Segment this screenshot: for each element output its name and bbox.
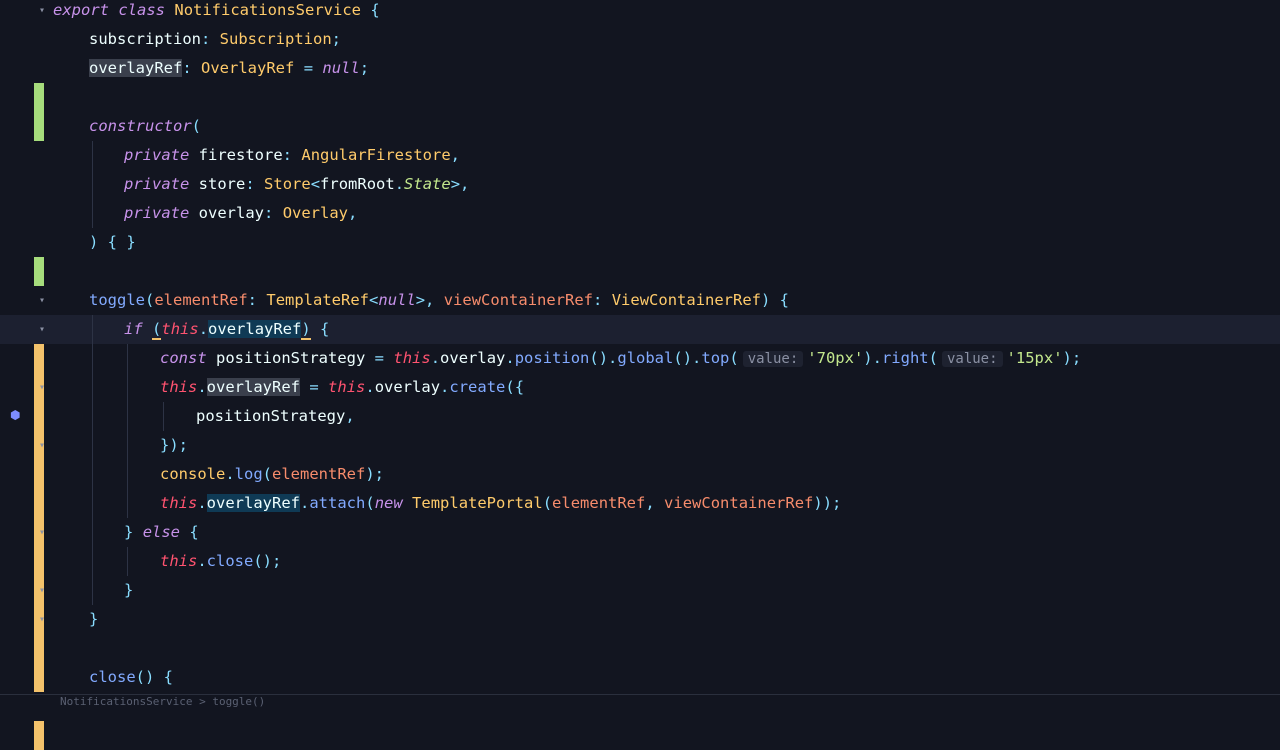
code-text: } (124, 581, 134, 599)
code-line[interactable]: const positionStrategy = this.overlay.po… (0, 344, 1280, 431)
code-text: this.overlayRef = this.overlay.create({ (160, 378, 525, 396)
indent-guide (92, 344, 93, 373)
indent-guide (127, 431, 128, 460)
git-added-marker (34, 83, 44, 112)
code-line[interactable]: overlayRef: OverlayRef = null; (0, 54, 1280, 141)
code-text: this.overlayRef.attach(new TemplatePorta… (160, 494, 842, 512)
code-text: if (this.overlayRef) { (124, 320, 330, 340)
code-line-current[interactable]: ▾ if (this.overlayRef) { (0, 315, 1280, 402)
indent-guide (163, 402, 164, 431)
code-text: } else { (124, 523, 199, 541)
indent-guide (92, 141, 93, 170)
code-line[interactable]: ▾ this.overlayRef = this.overlay.create(… (0, 373, 1280, 460)
indent-guide (127, 460, 128, 489)
code-text: subscription: Subscription; (89, 30, 341, 48)
code-line[interactable]: this.overlayRef.attach(new TemplatePorta… (0, 489, 1280, 576)
code-text: close() { (89, 668, 173, 686)
indent-guide (92, 489, 93, 518)
fold-icon[interactable]: ▾ (39, 383, 48, 393)
indent-guide (127, 373, 128, 402)
code-line[interactable]: positionStrategy, (0, 402, 1280, 489)
code-line[interactable]: ) { } (0, 228, 1280, 257)
code-line[interactable]: ▾ toggle(elementRef: TemplateRef<null>, … (0, 286, 1280, 373)
fold-icon[interactable]: ▾ (39, 6, 48, 16)
code-text: export class NotificationsService { (53, 1, 380, 19)
code-line[interactable]: private firestore: AngularFirestore, (0, 141, 1280, 170)
fold-icon[interactable]: ▾ (39, 615, 48, 625)
code-line[interactable]: close() { (0, 663, 1280, 750)
fold-icon[interactable]: ▾ (39, 528, 48, 538)
fold-icon[interactable]: ▾ (39, 441, 48, 451)
indent-guide (92, 431, 93, 460)
code-line[interactable]: private overlay: Overlay, (0, 199, 1280, 286)
code-text: positionStrategy, (196, 407, 355, 425)
git-modified-marker (34, 721, 44, 750)
fold-icon[interactable]: ▾ (39, 325, 48, 335)
param-hint: value: (742, 351, 804, 367)
code-text: toggle(elementRef: TemplateRef<null>, vi… (89, 291, 790, 309)
code-text: this.close(); (160, 552, 282, 570)
code-text: constructor( (89, 117, 201, 135)
git-modified-marker (34, 634, 44, 663)
code-line[interactable]: ▾ } (0, 576, 1280, 663)
code-text: const positionStrategy = this.overlay.po… (160, 349, 1082, 367)
code-text: ) { } (89, 233, 136, 251)
code-text: }); (160, 436, 188, 454)
indent-guide (92, 576, 93, 605)
breadcrumb-bar: NotificationsService > toggle() (0, 694, 1280, 708)
indent-guide (92, 547, 93, 576)
code-text: overlayRef: OverlayRef = null; (89, 59, 370, 77)
indent-guide (92, 373, 93, 402)
fold-icon[interactable]: ▾ (39, 296, 48, 306)
code-line[interactable]: subscription: Subscription; (0, 25, 1280, 112)
indent-guide (127, 402, 128, 431)
code-line[interactable]: ▾ export class NotificationsService { (0, 0, 1280, 25)
code-line[interactable]: ▾ }); (0, 431, 1280, 518)
indent-guide (127, 344, 128, 373)
code-line[interactable]: this.close(); (0, 547, 1280, 634)
code-text: private store: Store<fromRoot.State>, (124, 175, 470, 193)
indent-guide (127, 547, 128, 576)
code-line[interactable]: ▾ } (0, 605, 1280, 692)
git-added-marker (34, 257, 44, 286)
code-line[interactable]: constructor( (0, 112, 1280, 141)
code-text: private firestore: AngularFirestore, (124, 146, 461, 164)
indent-guide (92, 402, 93, 431)
param-hint: value: (941, 351, 1003, 367)
code-line[interactable]: private store: Store<fromRoot.State>, (0, 170, 1280, 199)
code-line[interactable]: ▾ } else { (0, 518, 1280, 605)
indent-guide (92, 518, 93, 547)
code-line[interactable]: console.log(elementRef); (0, 460, 1280, 547)
code-text: private overlay: Overlay, (124, 204, 358, 222)
indent-guide (92, 170, 93, 199)
code-text: console.log(elementRef); (160, 465, 385, 483)
code-text: } (89, 610, 99, 628)
indent-guide (92, 199, 93, 228)
indent-guide (127, 489, 128, 518)
fold-icon[interactable]: ▾ (39, 586, 48, 596)
indent-guide (92, 315, 93, 344)
indent-guide (92, 460, 93, 489)
